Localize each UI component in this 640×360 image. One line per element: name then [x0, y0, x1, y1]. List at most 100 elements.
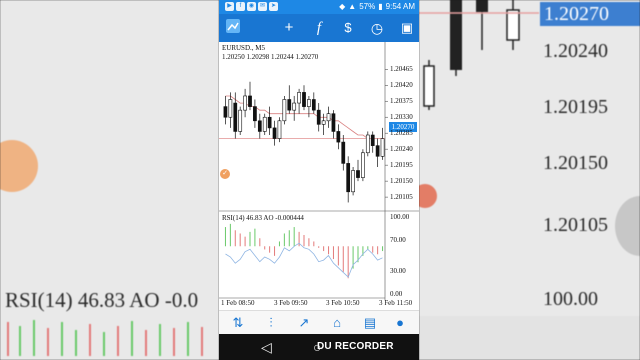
battery-level: 57% — [359, 2, 376, 11]
trade-icon[interactable]: $ — [338, 18, 358, 38]
chart-toolbar: + f $ ◷ ▣ — [219, 14, 419, 42]
background-right-candles — [419, 0, 539, 110]
recorder-watermark: DU RECORDER — [317, 341, 394, 352]
candle-body — [253, 106, 257, 122]
background-left-bars — [7, 320, 203, 356]
candle-body — [375, 145, 380, 157]
battery-icon: ▮ — [378, 2, 383, 11]
candle-body — [336, 131, 341, 143]
telegram-notification-icon: ➤ — [269, 2, 278, 11]
background-indicator-text: RSI(14) 46.83 AO -0.0 — [5, 288, 199, 312]
trade-button-icon[interactable]: ✓ — [220, 169, 230, 179]
candle-body — [282, 99, 287, 122]
time-tick-label: 1 Feb 08:50 — [221, 299, 255, 307]
candle-body — [326, 113, 331, 122]
price-tick-label: 1.20285 — [390, 129, 413, 138]
background-price-label: 1.20195 — [543, 96, 608, 118]
background-app-icon — [0, 140, 38, 192]
candle-body — [287, 99, 292, 111]
news-icon[interactable]: ▤ — [361, 314, 379, 332]
navigation-bar: ◁ ○ DU RECORDER — [219, 334, 419, 360]
chart-symbol: EURUSD., M5 — [222, 44, 265, 52]
back-icon[interactable]: ◁ — [261, 339, 272, 356]
messenger-notification-icon: ◉ — [247, 2, 256, 11]
price-tick-label: 1.20420 — [390, 81, 413, 90]
function-icon[interactable]: f — [309, 18, 329, 38]
rsi-line — [225, 242, 383, 278]
chart-icon[interactable]: ⫶ — [262, 314, 280, 332]
candle-body — [311, 99, 316, 111]
candle-body — [331, 113, 336, 132]
time-tick-label: 3 Feb 10:50 — [326, 299, 360, 307]
candle-body — [307, 99, 311, 107]
candle-body — [321, 120, 326, 125]
candle-body — [356, 170, 360, 178]
message-notification-icon: ✉ — [258, 2, 267, 11]
background-current-price: 1.20270 — [540, 2, 640, 26]
add-order-icon[interactable]: ▣ — [397, 18, 417, 38]
candle-body — [233, 102, 238, 132]
price-tick-label: 1.20465 — [390, 65, 413, 74]
candle-body — [262, 116, 267, 132]
background-app-icon — [419, 184, 437, 208]
candle-body — [341, 141, 346, 164]
candle-body — [302, 92, 306, 107]
trade-icon[interactable]: ↗ — [295, 314, 313, 332]
crosshair-icon[interactable]: + — [279, 18, 299, 38]
indicator-tick-label: 0.00 — [390, 290, 403, 298]
clock-icon[interactable]: ◷ — [367, 18, 387, 38]
background-left: RSI(14) 46.83 AO -0.0 — [0, 0, 219, 360]
candle-body — [228, 99, 233, 118]
price-tick-label: 1.20195 — [390, 161, 413, 170]
candle-body — [272, 127, 277, 139]
background-right: 1.20270 1.20240 1.20195 1.20150 1.20105 … — [419, 0, 640, 360]
indicator-tick-label: 100.00 — [390, 213, 410, 221]
candle-body — [238, 109, 243, 132]
status-bar: ▶ f ◉ ✉ ➤ ◆ ▲ 57% ▮ 9:54 AM — [219, 0, 419, 14]
candle-body — [277, 120, 282, 139]
candle-body — [292, 102, 297, 111]
indicator-label: RSI(14) 46.83 AO -0.000444 — [222, 214, 304, 222]
bottom-bar: ⇅ ⫶ ↗ ⌂ ▤ ● — [219, 310, 419, 335]
candle-body — [316, 109, 321, 125]
background-app-icon — [615, 196, 640, 256]
time-tick-label: 3 Feb 11:50 — [379, 299, 413, 307]
background-rsi-label: 100.00 — [543, 288, 598, 310]
indicator-tick-label: 30.00 — [390, 266, 406, 275]
candle-body — [351, 170, 355, 193]
candle-body — [297, 92, 301, 104]
candle-body — [380, 138, 385, 157]
video-notification-icon: ▶ — [225, 2, 234, 11]
price-tick-label: 1.20150 — [390, 177, 413, 186]
menu-icon[interactable] — [223, 18, 243, 38]
background-price-label: 1.20150 — [543, 152, 608, 174]
price-tick-label: 1.20330 — [390, 113, 413, 122]
facebook-notification-icon: f — [236, 2, 245, 11]
price-tick-label: 1.20240 — [390, 145, 413, 154]
price-tick-label: 1.20105 — [390, 193, 413, 202]
quotes-icon[interactable]: ⇅ — [229, 314, 247, 332]
background-price-label: 1.20240 — [543, 40, 608, 62]
candle-body — [248, 95, 252, 107]
candle-body — [370, 134, 375, 146]
time-tick-label: 3 Feb 09:50 — [274, 299, 308, 307]
signal-icon: ▲ — [348, 2, 357, 11]
chart-ohlc: 1.20250 1.20298 1.20244 1.20270 — [222, 53, 319, 61]
price-tick-label: 1.20375 — [390, 97, 413, 106]
history-icon[interactable]: ⌂ — [328, 314, 346, 332]
candle-body — [243, 95, 247, 111]
indicator-tick-label: 70.00 — [390, 236, 406, 245]
candle-body — [223, 106, 228, 118]
phone-screen: ▶ f ◉ ✉ ➤ ◆ ▲ 57% ▮ 9:54 AM + f $ ◷ ▣ EU… — [219, 0, 419, 360]
price-chart[interactable] — [219, 42, 419, 310]
candle-body — [346, 163, 351, 193]
chat-icon[interactable]: ● — [391, 314, 409, 332]
chart-area[interactable]: EURUSD., M5 1.20250 1.20298 1.20244 1.20… — [219, 42, 419, 310]
candle-body — [267, 116, 272, 129]
candle-body — [365, 134, 370, 154]
candle-body — [257, 120, 262, 132]
wifi-icon: ◆ — [339, 2, 346, 11]
clock-time: 9:54 AM — [385, 2, 415, 11]
background-price-label: 1.20105 — [543, 214, 608, 236]
candle-body — [361, 152, 365, 178]
